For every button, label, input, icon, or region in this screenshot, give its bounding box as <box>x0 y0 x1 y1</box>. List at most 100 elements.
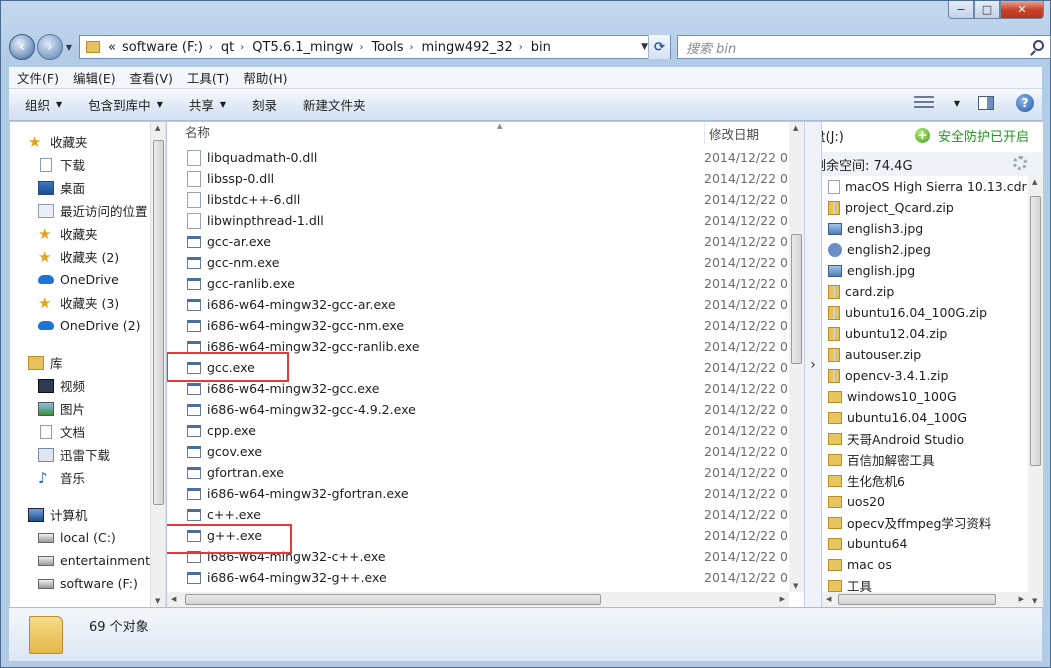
help-icon[interactable]: ? <box>1016 94 1034 112</box>
nav-favorites-4[interactable]: ★ 收藏夹 (3) <box>10 291 150 314</box>
file-row[interactable]: libquadmath-0.dll 2014/12/22 0 <box>167 147 789 168</box>
new-folder-button[interactable]: 新建文件夹 <box>303 95 366 114</box>
scroll-thumb[interactable] <box>153 140 164 505</box>
scroll-down-icon[interactable]: ▼ <box>155 597 160 605</box>
udisk-item[interactable]: 百信加解密工具 <box>828 449 1028 470</box>
file-row[interactable]: libstdc++-6.dll 2014/12/22 0 <box>167 189 789 210</box>
recent-pages-dropdown[interactable]: ▼ <box>63 43 75 52</box>
safe-protection-button[interactable]: + 安全防护已开启 <box>914 126 1029 145</box>
udisk-hscrollbar[interactable]: ◀ ▶ <box>822 592 1028 607</box>
nav-xunlei[interactable]: 迅雷下载 <box>10 443 150 466</box>
udisk-item[interactable]: mac os <box>828 554 1028 575</box>
file-name-cell[interactable]: i686-w64-mingw32-gfortran.exe <box>167 486 704 501</box>
file-name-cell[interactable]: i686-w64-mingw32-gcc-nm.exe <box>167 318 704 333</box>
nav-drive-f[interactable]: software (F:) <box>10 572 150 595</box>
nav-drive-e[interactable]: entertainment ( <box>10 549 159 572</box>
udisk-item[interactable]: windows10_100G <box>828 386 1028 407</box>
file-name-cell[interactable]: gcc-ar.exe <box>167 234 704 249</box>
refresh-button[interactable]: ⟳ <box>648 35 670 59</box>
file-row[interactable]: i686-w64-mingw32-gcc-nm.exe 2014/12/22 0 <box>167 315 789 336</box>
file-name-cell[interactable]: c++.exe <box>167 507 704 522</box>
address-dropdown-icon[interactable]: ▼ <box>641 42 648 52</box>
file-name-cell[interactable]: gcov.exe <box>167 444 704 459</box>
udisk-scrollbar[interactable]: ▲ ▼ <box>1028 176 1043 607</box>
nav-music[interactable]: ♪ 音乐 <box>10 466 150 489</box>
organize-button[interactable]: 组织 ▼ <box>25 95 62 114</box>
minimize-button[interactable]: − <box>948 1 974 19</box>
file-name-cell[interactable]: cpp.exe <box>167 423 704 438</box>
nav-libraries[interactable]: 库 <box>10 351 150 374</box>
nav-downloads[interactable]: 下载 <box>10 153 150 176</box>
udisk-item[interactable]: macOS High Sierra 10.13.cdr <box>828 176 1028 197</box>
scroll-thumb[interactable] <box>1030 196 1041 466</box>
file-row[interactable]: gcc-ar.exe 2014/12/22 0 <box>167 231 789 252</box>
scroll-up-icon[interactable]: ▲ <box>1032 178 1037 186</box>
scroll-thumb[interactable] <box>791 234 802 364</box>
file-list-hscrollbar[interactable]: ◀ ▶ <box>167 592 789 607</box>
maximize-button[interactable]: □ <box>974 1 1000 19</box>
udisk-item[interactable]: english.jpg <box>828 260 1028 281</box>
menu-tools[interactable]: 工具(T) <box>187 68 229 87</box>
menu-file[interactable]: 文件(F) <box>17 68 59 87</box>
column-name-header[interactable]: 名称 <box>167 122 705 144</box>
udisk-item[interactable]: opecv及ffmpeg学习资料 <box>828 512 1028 533</box>
expand-chevron-icon[interactable]: › <box>810 357 816 373</box>
udisk-item[interactable]: opencv-3.4.1.zip <box>828 365 1028 386</box>
nav-desktop[interactable]: 桌面 <box>10 176 150 199</box>
udisk-item[interactable]: english2.jpeg <box>828 239 1028 260</box>
nav-favorites-2[interactable]: ★ 收藏夹 <box>10 222 150 245</box>
nav-computer[interactable]: 计算机 <box>10 503 150 526</box>
udisk-item[interactable]: uos20 <box>828 491 1028 512</box>
file-name-cell[interactable]: libwinpthread-1.dll <box>167 212 704 229</box>
scroll-right-icon[interactable]: ▶ <box>780 595 785 603</box>
file-name-cell[interactable]: i686-w64-mingw32-gcc-4.9.2.exe <box>167 402 704 417</box>
breadcrumb-tools[interactable]: Tools <box>371 40 403 55</box>
file-name-cell[interactable]: gcc-nm.exe <box>167 255 704 270</box>
breadcrumb-mingw[interactable]: mingw492_32 <box>421 40 512 55</box>
file-row[interactable]: c++.exe 2014/12/22 0 <box>167 504 789 525</box>
breadcrumb-overflow[interactable]: « <box>108 40 116 55</box>
file-row[interactable]: cpp.exe 2014/12/22 0 <box>167 420 789 441</box>
udisk-item[interactable]: autouser.zip <box>828 344 1028 365</box>
file-name-cell[interactable]: gcc-ranlib.exe <box>167 276 704 291</box>
breadcrumb-qt[interactable]: qt <box>221 40 234 55</box>
udisk-item[interactable]: card.zip <box>828 281 1028 302</box>
nav-documents[interactable]: 文档 <box>10 420 150 443</box>
nav-recent-places[interactable]: 最近访问的位置 <box>10 199 150 222</box>
udisk-item[interactable]: 生化危机6 <box>828 470 1028 491</box>
file-row[interactable]: gcov.exe 2014/12/22 0 <box>167 441 789 462</box>
file-row[interactable]: gcc-ranlib.exe 2014/12/22 0 <box>167 273 789 294</box>
breadcrumb-bin[interactable]: bin <box>531 40 551 55</box>
scroll-left-icon[interactable]: ◀ <box>826 595 831 603</box>
column-date-header[interactable]: 修改日期 <box>705 124 759 143</box>
preview-pane-icon[interactable] <box>978 96 994 110</box>
file-row[interactable]: i686-w64-mingw32-g++.exe 2014/12/22 0 <box>167 567 789 588</box>
forward-button[interactable]: › <box>37 34 63 60</box>
nav-favorites-3[interactable]: ★ 收藏夹 (2) <box>10 245 150 268</box>
file-row[interactable]: gcc-nm.exe 2014/12/22 0 <box>167 252 789 273</box>
back-button[interactable]: ‹ <box>9 34 35 60</box>
breadcrumb-separator[interactable]: › <box>519 42 523 53</box>
breadcrumb-separator[interactable]: › <box>240 42 244 53</box>
udisk-item[interactable]: ubuntu64 <box>828 533 1028 554</box>
include-in-library-button[interactable]: 包含到库中 ▼ <box>88 95 163 114</box>
breadcrumb-separator[interactable]: › <box>359 42 363 53</box>
address-bar[interactable]: « software (F:) › qt › QT5.6.1_mingw › T… <box>79 35 671 59</box>
change-view-icon[interactable] <box>913 96 934 110</box>
scroll-down-icon[interactable]: ▼ <box>1032 597 1037 605</box>
file-row[interactable]: i686-w64-mingw32-gcc-ar.exe 2014/12/22 0 <box>167 294 789 315</box>
nav-scrollbar[interactable]: ▲ ▼ <box>150 122 165 607</box>
menu-help[interactable]: 帮助(H) <box>243 68 287 87</box>
file-row[interactable]: libssp-0.dll 2014/12/22 0 <box>167 168 789 189</box>
gear-icon[interactable] <box>1013 156 1027 170</box>
udisk-item[interactable]: ubuntu16.04_100G <box>828 407 1028 428</box>
file-name-cell[interactable]: libstdc++-6.dll <box>167 191 704 208</box>
search-input[interactable]: 搜索 bin <box>677 35 1051 59</box>
scroll-down-icon[interactable]: ▼ <box>793 582 798 590</box>
nav-videos[interactable]: 视频 <box>10 374 150 397</box>
file-list-scrollbar[interactable]: ▲ ▼ <box>789 122 804 592</box>
scroll-up-icon[interactable]: ▲ <box>793 124 798 132</box>
breadcrumb-separator[interactable]: › <box>209 42 213 53</box>
file-name-cell[interactable]: i686-w64-mingw32-gcc-ar.exe <box>167 297 704 312</box>
pane-splitter[interactable]: › <box>804 122 822 607</box>
